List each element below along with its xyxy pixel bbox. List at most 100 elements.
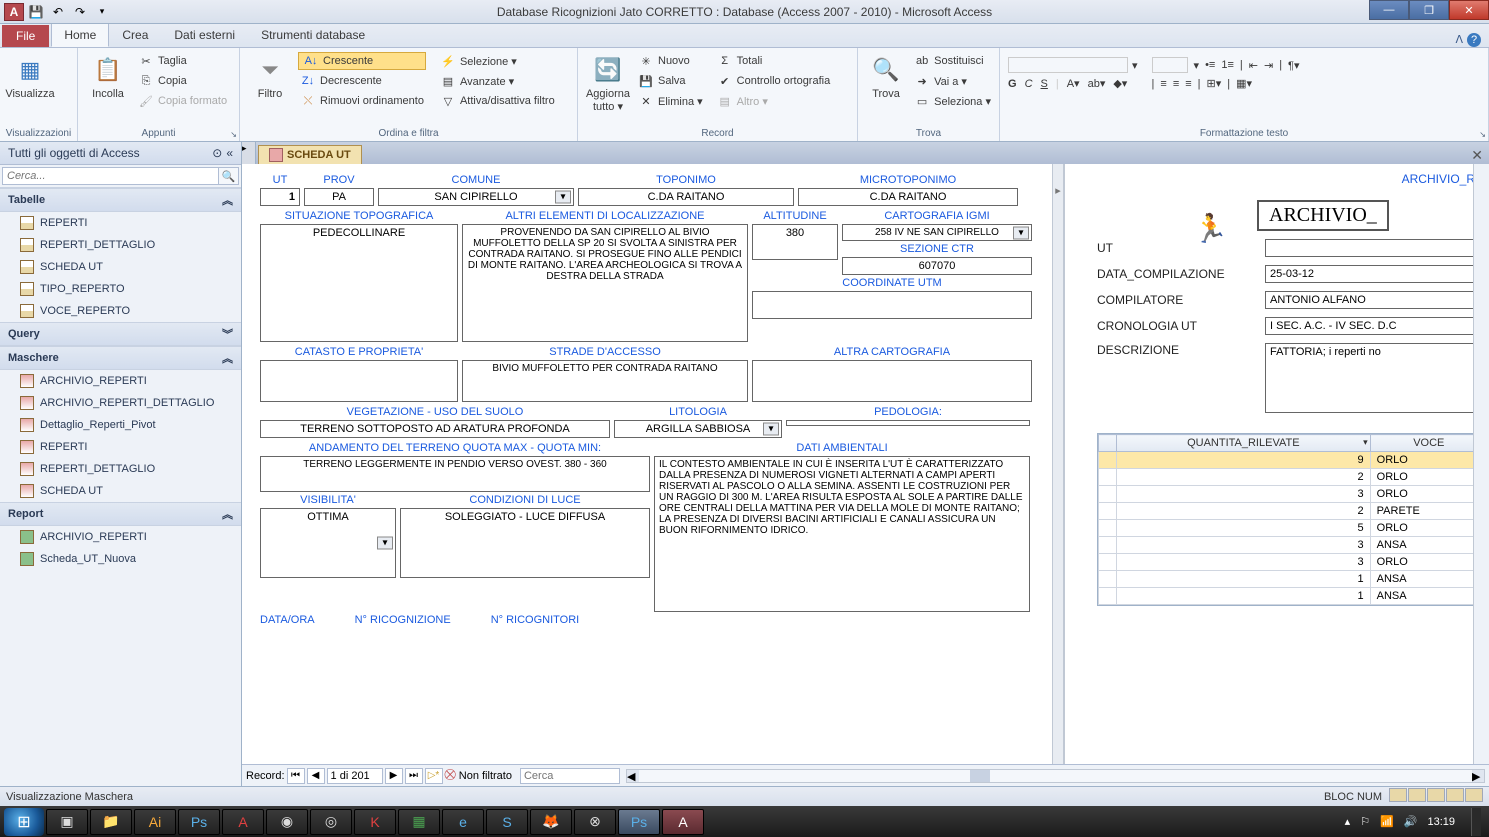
table-row[interactable]: 2ORLO — [1099, 469, 1488, 486]
recnav-new-button[interactable]: ▷* — [425, 768, 443, 784]
recnav-next-button[interactable]: ▶ — [385, 768, 403, 784]
row-selector[interactable] — [1099, 554, 1117, 571]
tab-crea[interactable]: Crea — [109, 23, 161, 47]
incolla-button[interactable]: 📋 Incolla — [84, 50, 132, 100]
table-row[interactable]: 9ORLO — [1099, 452, 1488, 469]
taskbar-app6[interactable]: ◉ — [266, 809, 308, 835]
copia-button[interactable]: ⎘Copia — [136, 72, 229, 90]
italic-button[interactable]: C — [1025, 78, 1033, 90]
field-prov[interactable]: PA — [304, 188, 374, 206]
ortografia-button[interactable]: ✔Controllo ortografia — [715, 72, 833, 90]
hscrollbar[interactable]: ◀ ▶ — [626, 769, 1485, 783]
increase-indent-button[interactable]: ⇥ — [1264, 59, 1273, 72]
ribbon-collapse-icon[interactable]: ᐱ — [1455, 33, 1463, 47]
field-litologia[interactable]: ARGILLA SABBIOSA — [614, 420, 782, 438]
recnav-position[interactable] — [327, 768, 383, 784]
totali-button[interactable]: ΣTotali — [715, 52, 833, 70]
taskbar-access[interactable]: A — [662, 809, 704, 835]
nav-item[interactable]: VOCE_REPERTO — [0, 300, 241, 322]
nav-group-tabelle[interactable]: Tabelle︽ — [0, 188, 241, 212]
row-selector[interactable] — [1099, 520, 1117, 537]
formattazione-dialog-launcher[interactable]: ↘ — [1479, 130, 1486, 139]
nav-header[interactable]: Tutti gli oggetti di Access ⊙« — [0, 142, 241, 165]
field-catasto[interactable] — [260, 360, 458, 402]
maximize-button[interactable]: ❐ — [1409, 0, 1449, 20]
appunti-dialog-launcher[interactable]: ↘ — [230, 130, 237, 139]
cell-voce[interactable]: ORLO — [1370, 469, 1487, 486]
field-toponimo[interactable]: C.DA RAITANO — [578, 188, 794, 206]
sub-field-cronologia[interactable]: I SEC. A.C. - IV SEC. D.C — [1265, 317, 1489, 335]
copia-formato-button[interactable]: 🖌Copia formato — [136, 92, 229, 110]
close-button[interactable]: ✕ — [1449, 0, 1489, 20]
field-vegetazione[interactable]: TERRENO SOTTOPOSTO AD ARATURA PROFONDA — [260, 420, 610, 438]
cell-quantita[interactable]: 1 — [1117, 588, 1371, 605]
grid-row-selector-header[interactable] — [1099, 435, 1117, 452]
nav-group-maschere[interactable]: Maschere︽ — [0, 346, 241, 370]
visualizza-button[interactable]: ▦ Visualizza — [6, 50, 54, 100]
table-row[interactable]: 3ORLO — [1099, 486, 1488, 503]
recnav-prev-button[interactable]: ◀ — [307, 768, 325, 784]
crescente-button[interactable]: A↓Crescente — [298, 52, 426, 70]
bullets-button[interactable]: •≡ — [1205, 59, 1215, 71]
sub-field-descrizione[interactable]: FATTORIA; i reperti no — [1265, 343, 1489, 413]
minimize-button[interactable]: — — [1369, 0, 1409, 20]
nav-item[interactable]: ARCHIVIO_REPERTI — [0, 370, 241, 392]
field-ut[interactable]: 1 — [260, 188, 300, 206]
row-selector[interactable] — [1099, 452, 1117, 469]
vai-a-button[interactable]: ➜Vai a ▾ — [912, 72, 993, 90]
avanzate-button[interactable]: ▤Avanzate ▾ — [438, 72, 557, 90]
field-situazione[interactable]: PEDECOLLINARE — [260, 224, 458, 342]
nav-item[interactable]: Dettaglio_Reperti_Pivot — [0, 414, 241, 436]
highlight-button[interactable]: ab▾ — [1088, 77, 1106, 90]
sub-field-data[interactable]: 25-03-12 — [1265, 265, 1489, 283]
qat-redo-icon[interactable]: ↷ — [70, 3, 90, 21]
cell-quantita[interactable]: 1 — [1117, 571, 1371, 588]
field-andamento[interactable]: TERRENO LEGGERMENTE IN PENDIO VERSO OVES… — [260, 456, 650, 492]
selezione-button[interactable]: ⚡Selezione ▾ — [438, 52, 557, 70]
table-row[interactable]: 3ORLO — [1099, 554, 1488, 571]
taskbar-illustrator[interactable]: Ai — [134, 809, 176, 835]
field-pedologia[interactable] — [786, 420, 1030, 426]
font-family-combo[interactable]: ▾ — [1006, 56, 1140, 74]
nav-group-query[interactable]: Query︾ — [0, 322, 241, 346]
row-selector[interactable] — [1099, 588, 1117, 605]
cell-quantita[interactable]: 3 — [1117, 486, 1371, 503]
recnav-search[interactable] — [520, 768, 620, 784]
recnav-last-button[interactable]: ⏭ — [405, 768, 423, 784]
text-direction-button[interactable]: ¶▾ — [1288, 59, 1299, 72]
tab-strumenti-database[interactable]: Strumenti database — [248, 23, 378, 47]
bold-button[interactable]: G — [1008, 78, 1017, 90]
trova-button[interactable]: 🔍 Trova — [864, 50, 908, 100]
decrease-indent-button[interactable]: ⇤ — [1249, 59, 1258, 72]
start-button[interactable]: ⊞ — [4, 808, 44, 836]
tab-dati-esterni[interactable]: Dati esterni — [161, 23, 248, 47]
decrescente-button[interactable]: Z↓Decrescente — [298, 72, 426, 90]
nav-item[interactable]: ARCHIVIO_REPERTI_DETTAGLIO — [0, 392, 241, 414]
aggiorna-button[interactable]: 🔄 Aggiorna tutto ▾ — [584, 50, 632, 113]
row-selector[interactable] — [1099, 537, 1117, 554]
sub-field-compilatore[interactable]: ANTONIO ALFANO — [1265, 291, 1489, 309]
taskbar-ie[interactable]: e — [442, 809, 484, 835]
subform-grid[interactable]: QUANTITA_RILEVATE▾ VOCE 9ORLO2ORLO3ORLO2… — [1097, 433, 1489, 606]
table-row[interactable]: 1ANSA — [1099, 588, 1488, 605]
seleziona-button[interactable]: ▭Seleziona ▾ — [912, 92, 993, 110]
show-desktop-button[interactable] — [1471, 808, 1481, 836]
alt-row-color-button[interactable]: ▦▾ — [1236, 77, 1252, 90]
align-center-button[interactable]: ≡ — [1173, 78, 1179, 90]
field-sez-ctr[interactable]: 607070 — [842, 257, 1032, 275]
attiva-filtro-button[interactable]: ▽Attiva/disattiva filtro — [438, 92, 557, 110]
taskbar-photoshop[interactable]: Ps — [178, 809, 220, 835]
subform-vscroll[interactable] — [1473, 164, 1489, 764]
tray-network-icon[interactable]: 📶 — [1380, 815, 1394, 828]
tab-home[interactable]: Home — [51, 23, 109, 47]
cell-voce[interactable]: ORLO — [1370, 520, 1487, 537]
tray-volume-icon[interactable]: 🔊 — [1404, 815, 1418, 828]
cell-voce[interactable]: ORLO — [1370, 486, 1487, 503]
font-color-button[interactable]: A▾ — [1067, 77, 1080, 90]
table-row[interactable]: 2PARETE — [1099, 503, 1488, 520]
sub-field-ut[interactable]: 1 — [1265, 239, 1489, 257]
cell-voce[interactable]: PARETE — [1370, 503, 1487, 520]
doc-close-button[interactable]: ✕ — [1465, 147, 1489, 164]
grid-col-voce[interactable]: VOCE — [1370, 435, 1487, 452]
field-strade[interactable]: BIVIO MUFFOLETTO PER CONTRADA RAITANO — [462, 360, 748, 402]
